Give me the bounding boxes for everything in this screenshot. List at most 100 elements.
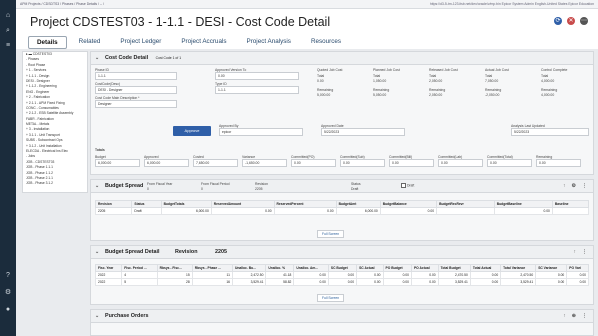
fullscreen-button[interactable]: Full Screen xyxy=(317,294,345,302)
approved-date-field[interactable]: 5/22/2023 xyxy=(321,128,405,136)
up-icon[interactable]: ↑ xyxy=(563,310,566,323)
column-header[interactable]: Total Actual xyxy=(469,264,502,272)
breadcrumb[interactable]: APM Projects / CDSDTS3 / Phases / Phase … xyxy=(20,0,104,9)
table-cell[interactable]: 0.00 xyxy=(273,207,337,215)
search-icon[interactable]: ⌕ xyxy=(4,27,12,35)
table-cell[interactable]: 0.00 xyxy=(566,278,589,286)
table-cell[interactable] xyxy=(436,207,495,215)
more-icon[interactable]: ⋮ xyxy=(582,310,587,323)
costcode-field[interactable]: DESI - Designer xyxy=(95,86,177,94)
more-icon[interactable]: ⋮ xyxy=(582,180,587,193)
table-cell[interactable]: 5 xyxy=(121,278,158,286)
table-cell[interactable]: 0.00 xyxy=(535,278,568,286)
column-header[interactable]: ReservedPercent xyxy=(273,200,337,208)
column-header[interactable]: Baseline xyxy=(551,200,590,208)
total-value[interactable]: 6,000.00 xyxy=(144,159,189,167)
table-cell[interactable]: 0.00 xyxy=(469,278,502,286)
column-header[interactable]: ReservedAmount xyxy=(210,200,275,208)
column-header[interactable]: PO Budget xyxy=(382,264,412,272)
table-cell[interactable]: 0.00 xyxy=(566,271,589,279)
project-tree[interactable]: ▸ ▬ CDSTEST03- Phases - Root Phase + 1 -… xyxy=(22,51,88,193)
table-cell[interactable]: 2022 xyxy=(95,271,123,279)
total-value[interactable]: 0.00 xyxy=(438,159,483,167)
fullscreen-button[interactable]: Full Screen xyxy=(317,230,345,238)
delete-icon[interactable]: ✕ xyxy=(567,17,575,25)
approved-by-field[interactable]: epicor xyxy=(219,128,303,136)
table-cell[interactable]: 2,472.50 xyxy=(231,271,267,279)
table-cell[interactable]: 2,470.50 xyxy=(500,271,537,279)
column-header[interactable]: Fisc. Year xyxy=(95,264,123,272)
tab-project-accruals[interactable]: Project Accruals xyxy=(173,36,234,49)
column-header[interactable]: BudgetAmt xyxy=(335,200,381,208)
tab-project-ledger[interactable]: Project Ledger xyxy=(112,36,169,49)
total-value[interactable]: -1,650.00 xyxy=(242,159,287,167)
table-cell[interactable]: 28 xyxy=(156,278,193,286)
collapse-chevron-icon[interactable]: ⌄ xyxy=(95,310,99,323)
table-cell[interactable]: 6,000.00 xyxy=(160,207,212,215)
table-cell[interactable]: 0.00 xyxy=(356,271,384,279)
column-header[interactable]: BudgetRecRevr xyxy=(436,200,495,208)
settings-icon[interactable]: ⚙ xyxy=(4,289,12,297)
up-icon[interactable]: ↑ xyxy=(563,180,566,193)
total-value[interactable]: 7,650.00 xyxy=(193,159,238,167)
table-cell[interactable]: 41.18 xyxy=(265,271,295,279)
up-icon[interactable]: ↑ xyxy=(574,246,577,259)
revised-field[interactable]: 0.00 xyxy=(215,72,299,80)
refresh-icon[interactable]: ⟳ xyxy=(554,17,562,25)
column-header[interactable]: Revision xyxy=(94,200,133,208)
table-cell[interactable]: 11 xyxy=(191,271,233,279)
table-cell[interactable]: 0.00 xyxy=(327,271,358,279)
spread-detail-header[interactable]: ⌄ Budget Spread Detail Revision 2205 ↑ ⋮ xyxy=(91,246,593,259)
gear-icon[interactable]: ⚙ xyxy=(572,180,576,193)
table-cell[interactable]: 0.00 xyxy=(469,271,502,279)
table-cell[interactable]: 0.00 xyxy=(327,278,358,286)
column-header[interactable]: Unalloc. % xyxy=(265,264,295,272)
table-cell[interactable]: 0.00 xyxy=(410,271,439,279)
table-cell[interactable]: 3,529.41 xyxy=(500,278,537,286)
phase-id-field[interactable]: 1-1.1 xyxy=(95,72,177,80)
total-value[interactable]: 0.00 xyxy=(291,159,336,167)
column-header[interactable]: BudgetBalance xyxy=(379,200,438,208)
user-icon[interactable]: ● xyxy=(4,306,12,314)
table-cell[interactable]: 15 xyxy=(156,271,193,279)
draft-check-icon[interactable] xyxy=(401,183,406,188)
column-header[interactable]: Unalloc. Am... xyxy=(293,264,329,272)
cost-code-header[interactable]: ⌄ Cost Code Detail Cost Code 1 of 1 xyxy=(91,52,593,65)
column-header[interactable]: SC Actual xyxy=(356,264,384,272)
table-cell[interactable]: 16 xyxy=(191,278,233,286)
table-cell[interactable]: 2022 xyxy=(95,278,123,286)
table-cell[interactable]: 2205 xyxy=(94,207,133,215)
table-cell[interactable]: 3,529.41 xyxy=(231,278,267,286)
column-header[interactable]: BudgetBaseline xyxy=(493,200,553,208)
total-value[interactable]: 0.00 xyxy=(389,159,434,167)
column-header[interactable]: Rbsys - Phase ... xyxy=(191,264,233,272)
tab-related[interactable]: Related xyxy=(71,36,109,49)
total-value[interactable]: 6,000.00 xyxy=(95,159,140,167)
table-row[interactable]: 2205 Draft 6,000.00 0.00 0.00 6,000.00 0.00 0.0… xyxy=(94,207,590,215)
approve-button[interactable]: Approve xyxy=(173,126,211,136)
menu-icon[interactable]: ≡ xyxy=(4,42,12,50)
column-header[interactable]: Fisc. Period ... xyxy=(121,264,158,272)
column-header[interactable]: PO Vari xyxy=(566,264,589,272)
table-cell[interactable]: 2,470.50 xyxy=(437,271,471,279)
table-row[interactable]: 2022 4 15 11 2,472.50 41.18 0.00 0.00 0.00 0.00 0.… xyxy=(95,271,589,279)
table-row[interactable]: 2022 5 28 16 3,529.41 58.82 0.00 0.00 0.00 0.00 0.… xyxy=(95,278,589,286)
add-icon[interactable]: ⊕ xyxy=(572,310,576,323)
table-cell[interactable] xyxy=(551,207,590,215)
table-cell[interactable]: 0.00 xyxy=(410,278,439,286)
table-cell[interactable]: 58.82 xyxy=(265,278,295,286)
column-header[interactable]: Total Variance xyxy=(500,264,537,272)
column-header[interactable]: SC Budget xyxy=(327,264,358,272)
table-cell[interactable]: 0.00 xyxy=(356,278,384,286)
collapse-chevron-icon[interactable]: ⌄ xyxy=(95,246,99,259)
tab-resources[interactable]: Resources xyxy=(303,36,349,49)
collapse-chevron-icon[interactable]: ⌄ xyxy=(95,52,99,65)
column-header[interactable]: Status xyxy=(131,200,162,208)
table-cell[interactable]: 0.00 xyxy=(210,207,275,215)
table-cell[interactable]: 0.00 xyxy=(293,271,329,279)
more-icon[interactable]: ⋯ xyxy=(580,17,588,25)
total-value[interactable]: 0.00 xyxy=(536,159,581,167)
column-header[interactable]: Unalloc. Bu... xyxy=(231,264,267,272)
table-cell[interactable]: Draft xyxy=(131,207,162,215)
column-header[interactable]: SC Variance xyxy=(535,264,568,272)
